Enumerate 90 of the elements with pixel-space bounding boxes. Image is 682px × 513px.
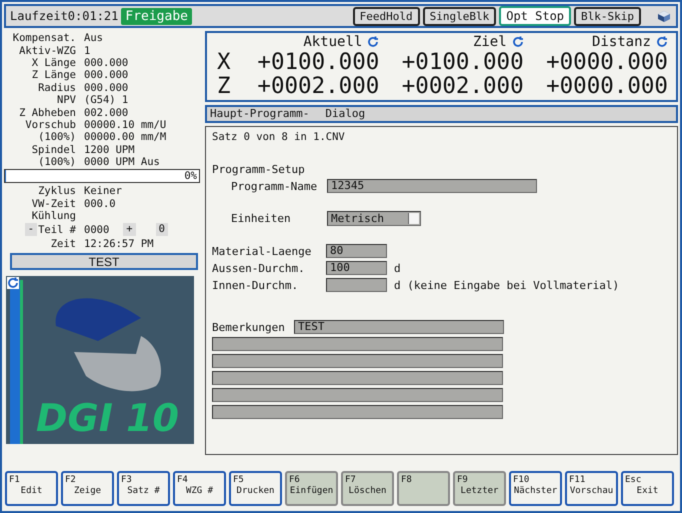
position-value: +0000.000 [545,74,668,98]
status-label: Teil # [38,224,76,236]
input-field[interactable]: 12345 [327,179,537,193]
status-label: Spindel [30,144,77,156]
function-key[interactable]: F5 Drucken [229,471,282,506]
field-label: Aussen-Durchm. [212,262,306,274]
status-value: 000.000 [84,69,128,82]
status-value: 12:26:57 PM [84,238,154,250]
mode-toggle[interactable]: Opt Stop [499,6,572,26]
status-value: (G54) 1 [84,94,128,106]
input-field[interactable] [212,337,503,351]
refresh-icon[interactable] [7,276,19,289]
status-value: 00000.10 mm/U [84,118,166,131]
status-value: Aus [84,32,103,44]
status-label: Zeit [50,238,77,250]
position-value: +0000.000 [545,50,668,74]
progress-reading: 0% [184,170,197,182]
status-value: 002.000 [84,106,128,119]
input-field[interactable] [212,388,503,402]
release-status: Freigabe [121,8,192,24]
field-label: Einheiten [231,212,292,225]
status-value: 1200 UPM [84,144,135,156]
function-key[interactable]: F3 Satz # [117,471,170,506]
input-field[interactable] [212,405,503,419]
position-value: +0002.000 [400,74,524,98]
column-title: Ziel [472,34,507,50]
position-value: +0100.000 [256,50,380,74]
increment-button[interactable]: + [123,223,136,236]
mode-toggle[interactable]: Blk-Skip [574,6,641,26]
function-key[interactable]: Esc Exit [621,471,674,506]
input-field[interactable] [212,354,503,368]
position-value: +0002.000 [256,74,380,98]
status-value: 000.0 [84,198,116,210]
block-status: Satz 0 von 8 in 1.CNV [212,131,346,143]
status-value: 000.000 [84,82,128,94]
unit-text: d (keine Eingabe bei Vollmaterial) [394,278,620,292]
refresh-icon[interactable] [367,36,380,48]
section-title: Programm-Setup [212,163,306,176]
status-label: VW-Zeit [30,198,77,210]
logo-text: DGI 10 [36,396,179,440]
status-value: 0000 [84,224,110,236]
position-value: +0100.000 [400,50,524,74]
unit-text: d [394,262,401,274]
status-label: X Länge [30,56,77,69]
function-key[interactable]: F11 Vorschau [565,471,618,506]
units-dropdown[interactable]: Metrisch [327,211,421,226]
status-label: Zyklus [37,185,77,198]
function-key[interactable]: F10 Nächster [509,471,562,506]
status-label: (100%) [37,156,77,168]
status-label: Aktiv-WZG [18,44,77,57]
input-field[interactable]: TEST [294,320,504,334]
header-text: Dialog [325,107,366,121]
axis-label: Z [217,74,232,98]
status-label: (100%) [37,131,77,144]
mode-toggle[interactable]: SingleBlk [422,6,496,26]
axis-label: X [217,50,232,74]
refresh-icon[interactable] [656,36,668,48]
field-label: Programm-Name [231,180,318,192]
status-label: Z Länge [30,69,77,82]
function-key[interactable]: F4 WZG # [173,471,226,506]
runtime-text: Laufzeit0:01:21 [10,9,118,23]
cube-icon[interactable] [656,8,672,24]
status-value: 0000 UPM Aus [84,156,160,168]
count-button[interactable]: 0 [156,223,168,236]
field-label: Material-Laenge [212,244,312,258]
field-label: Innen-Durchm. [212,278,300,292]
function-key[interactable]: F2 Zeige [61,471,114,506]
input-field[interactable]: 100 [326,261,387,275]
status-label: Kompensat. [12,32,77,44]
input-field[interactable] [212,371,503,385]
field-label: Bemerkungen [212,320,286,334]
mode-toggle[interactable]: FeedHold [352,6,420,26]
status-value: Keiner [84,185,122,198]
test-button[interactable]: TEST [10,252,198,270]
column-title: Distanz [592,34,651,50]
input-field[interactable]: 80 [326,244,387,258]
status-label: NPV [56,94,77,106]
status-label: Radius [37,82,77,94]
status-label: Z Abheben [18,106,77,119]
status-value: 00000.00 mm/M [84,131,166,144]
status-label: Kühlung [30,210,77,222]
status-value: 1 [84,44,90,57]
function-key[interactable]: F1 Edit [5,471,58,506]
input-field[interactable] [326,278,387,292]
header-text: Haupt-Programm- [210,107,310,121]
status-label: Vorschub [24,118,77,131]
status-value: 000.000 [84,56,128,69]
decrement-button[interactable]: - [24,223,38,236]
refresh-icon[interactable] [512,36,524,48]
column-title: Aktuell [303,34,362,50]
